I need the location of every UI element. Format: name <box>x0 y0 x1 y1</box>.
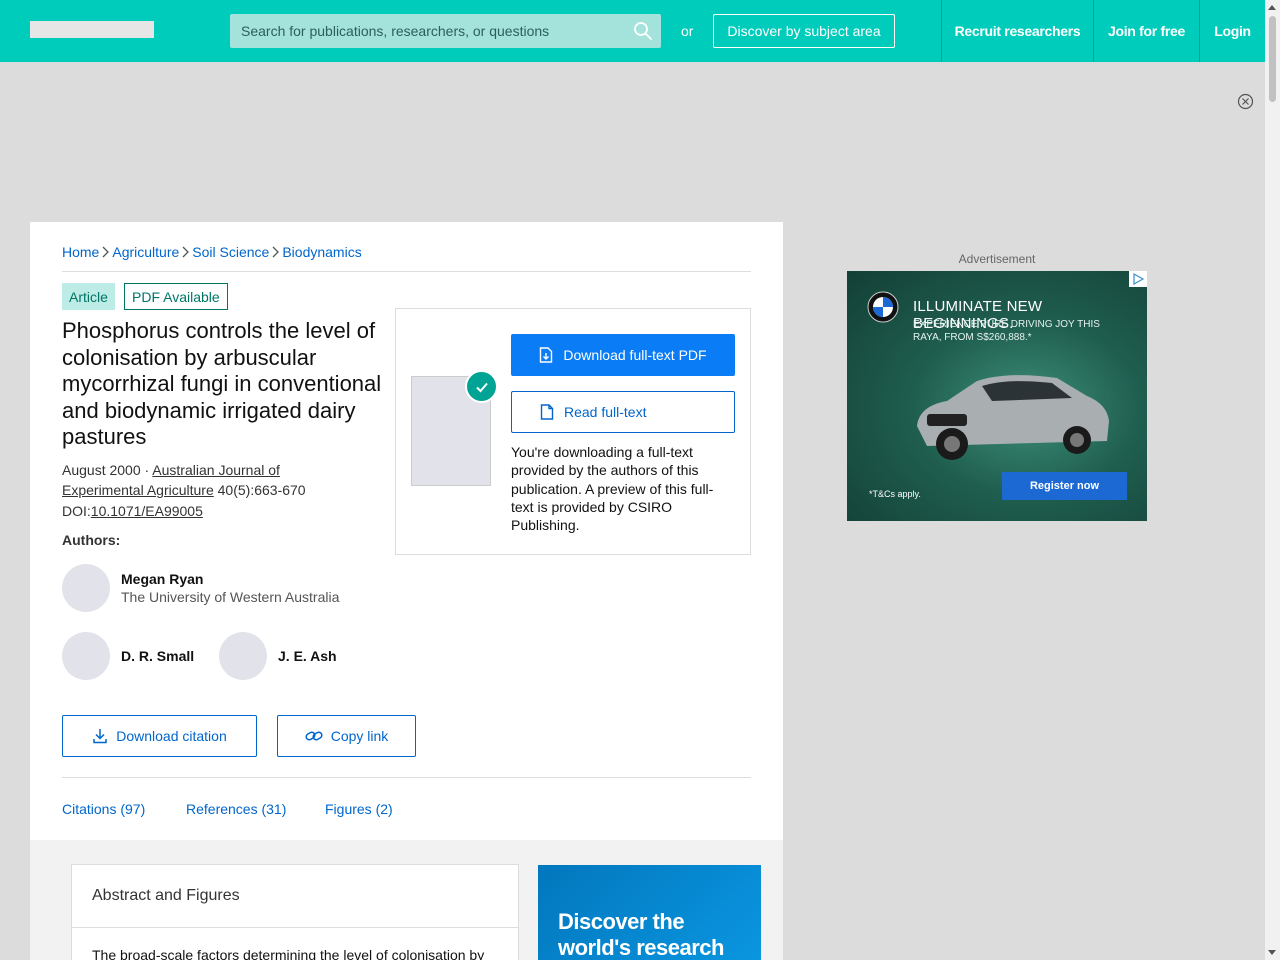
divider <box>72 927 518 928</box>
site-logo[interactable] <box>30 21 154 38</box>
author-name[interactable]: Megan Ryan <box>121 571 203 587</box>
ad-terms: *T&Cs apply. <box>869 489 921 499</box>
file-icon <box>540 404 554 420</box>
chevron-right-icon <box>102 246 110 258</box>
fulltext-download-panel: Download full-text PDF Read full-text Yo… <box>395 308 751 555</box>
avatar[interactable] <box>62 632 110 680</box>
read-fulltext-button[interactable]: Read full-text <box>511 391 735 433</box>
abstract-text: The broad-scale factors determining the … <box>92 947 485 960</box>
scroll-up-arrow-icon[interactable] <box>1268 5 1276 10</box>
car-image <box>917 375 1109 460</box>
publication-date: August 2000 <box>62 462 141 478</box>
chevron-right-icon <box>272 246 280 258</box>
copy-link-button[interactable]: Copy link <box>277 715 416 757</box>
chevron-right-icon <box>182 246 190 258</box>
author-name[interactable]: J. E. Ash <box>278 648 337 664</box>
avatar[interactable] <box>219 632 267 680</box>
bmw-logo-icon <box>867 291 899 323</box>
read-fulltext-label: Read full-text <box>564 404 647 420</box>
doi-label: DOI: <box>62 503 91 519</box>
author-name[interactable]: D. R. Small <box>121 648 194 664</box>
copy-link-label: Copy link <box>330 728 389 744</box>
publication-meta: August 2000 · Australian Journal of Expe… <box>62 460 322 500</box>
checkmark-icon <box>465 370 498 403</box>
author-affiliation[interactable]: The University of Western Australia <box>121 589 339 605</box>
divider <box>62 777 751 778</box>
breadcrumb-soil-science[interactable]: Soil Science <box>192 244 269 260</box>
authors-label: Authors: <box>62 532 121 548</box>
abstract-title: Abstract and Figures <box>92 887 240 904</box>
search-box[interactable] <box>230 14 661 48</box>
search-input[interactable] <box>230 14 630 48</box>
breadcrumb-biodynamics[interactable]: Biodynamics <box>282 244 361 260</box>
download-note: You're downloading a full-text provided … <box>511 444 714 534</box>
scroll-down-arrow-icon[interactable] <box>1268 950 1276 955</box>
doi-link[interactable]: 10.1071/EA99005 <box>91 503 203 519</box>
promo-text: Discover the world's research <box>558 909 724 960</box>
breadcrumb: Home Agriculture Soil Science Biodynamic… <box>62 244 362 260</box>
recruit-researchers-link[interactable]: Recruit researchers <box>941 0 1093 62</box>
pdf-available-badge: PDF Available <box>124 283 228 310</box>
advertisement-banner[interactable]: ILLUMINATE NEW BEGINNINGS. EXPERIENCE PU… <box>847 271 1147 521</box>
tab-figures[interactable]: Figures (2) <box>325 801 393 817</box>
download-fulltext-pdf-button[interactable]: Download full-text PDF <box>511 334 735 376</box>
download-citation-label: Download citation <box>116 728 227 744</box>
discover-promo-banner[interactable]: Discover the world's research <box>538 865 761 960</box>
link-icon <box>305 731 323 741</box>
breadcrumb-agriculture[interactable]: Agriculture <box>112 244 179 260</box>
or-text: or <box>681 23 694 39</box>
adchoices-icon[interactable] <box>1129 271 1147 287</box>
tab-references[interactable]: References (31) <box>186 801 286 817</box>
search-icon[interactable] <box>633 21 653 41</box>
advertisement-label: Advertisement <box>958 252 1036 266</box>
close-ad-icon[interactable] <box>1237 93 1254 110</box>
volume-pages: 40(5):663-670 <box>213 482 306 498</box>
top-header: or Discover by subject area Recruit rese… <box>0 0 1265 62</box>
avatar[interactable] <box>62 564 110 612</box>
login-link[interactable]: Login <box>1199 0 1265 62</box>
download-pdf-label: Download full-text PDF <box>563 347 707 363</box>
scroll-thumb[interactable] <box>1269 16 1276 102</box>
page-scrollbar[interactable] <box>1265 0 1280 960</box>
file-download-icon <box>540 347 553 363</box>
tab-citations[interactable]: Citations (97) <box>62 801 145 817</box>
discover-by-subject-button[interactable]: Discover by subject area <box>713 14 895 48</box>
meta-separator: · <box>140 462 153 478</box>
ad-register-button[interactable]: Register now <box>1002 472 1127 500</box>
join-for-free-link[interactable]: Join for free <box>1093 0 1199 62</box>
article-type-badge: Article <box>62 283 115 310</box>
divider <box>62 271 751 272</box>
doi-line: DOI:10.1071/EA99005 <box>62 503 203 519</box>
download-icon <box>93 729 107 744</box>
ad-subtext: EXPERIENCE PURE DRIVING JOY THIS RAYA, F… <box>913 319 1100 343</box>
page-title: Phosphorus controls the level of colonis… <box>62 318 382 449</box>
publication-card: Home Agriculture Soil Science Biodynamic… <box>30 222 783 840</box>
breadcrumb-home[interactable]: Home <box>62 244 99 260</box>
download-citation-button[interactable]: Download citation <box>62 715 257 757</box>
abstract-panel: Abstract and Figures The broad-scale fac… <box>71 864 519 960</box>
